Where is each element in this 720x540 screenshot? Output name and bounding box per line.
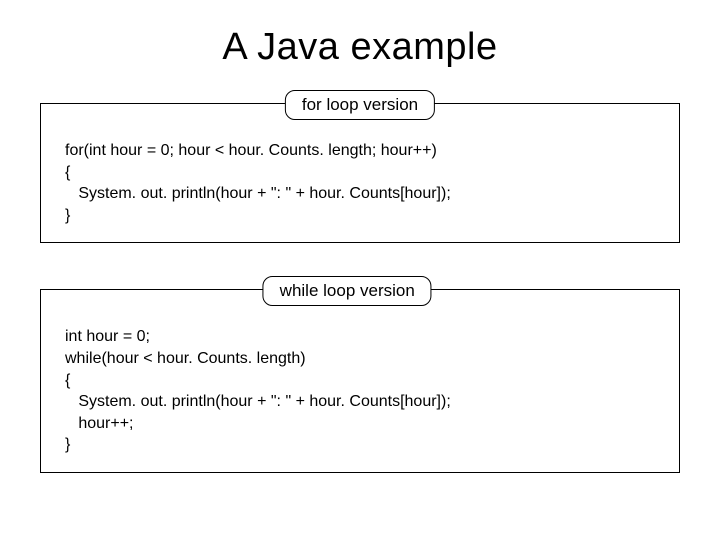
page-title: A Java example bbox=[0, 0, 720, 87]
while-loop-badge: while loop version bbox=[263, 276, 432, 306]
while-loop-block: while loop version int hour = 0; while(h… bbox=[40, 289, 680, 473]
for-loop-block: for loop version for(int hour = 0; hour … bbox=[40, 103, 680, 243]
for-loop-badge: for loop version bbox=[285, 90, 435, 120]
while-loop-code: int hour = 0; while(hour < hour. Counts.… bbox=[65, 326, 655, 456]
for-loop-code: for(int hour = 0; hour < hour. Counts. l… bbox=[65, 140, 655, 226]
